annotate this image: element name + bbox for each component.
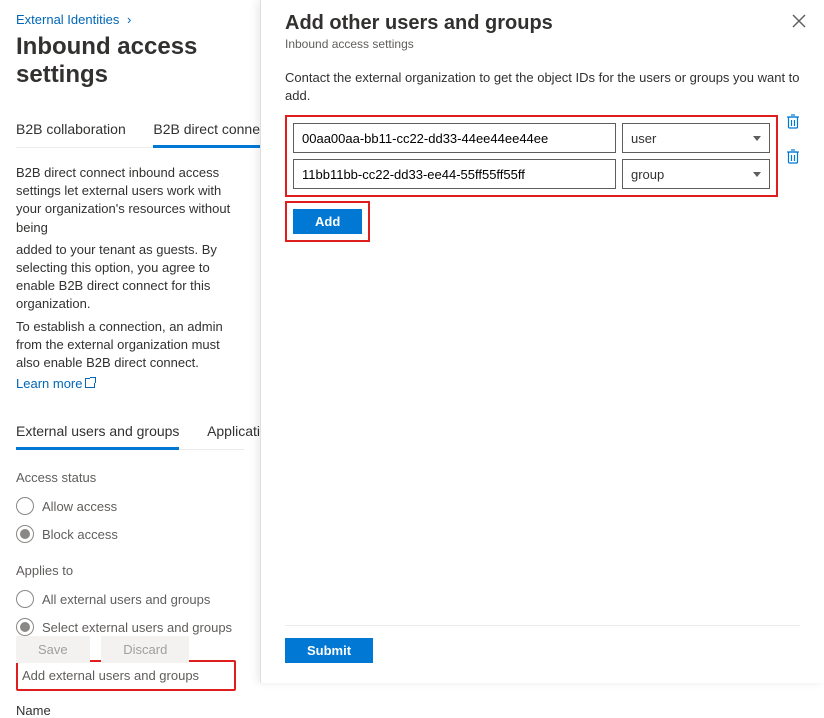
panel-subtitle: Inbound access settings — [285, 37, 800, 51]
breadcrumb: External Identities › — [16, 12, 244, 27]
object-id-input-1[interactable] — [293, 159, 616, 189]
access-status-label: Access status — [16, 470, 244, 485]
chevron-down-icon — [753, 172, 761, 177]
add-external-users-link[interactable]: Add external users and groups — [22, 668, 199, 683]
add-users-panel: Add other users and groups Inbound acces… — [260, 0, 824, 683]
type-select-0[interactable]: user — [622, 123, 770, 153]
chevron-right-icon: › — [127, 12, 131, 27]
radio-allow-access[interactable]: Allow access — [16, 497, 244, 515]
save-button[interactable]: Save — [16, 636, 90, 663]
external-link-icon — [85, 378, 95, 388]
description-text: To establish a connection, an admin from… — [16, 318, 244, 373]
type-select-1[interactable]: group — [622, 159, 770, 189]
description-text: added to your tenant as guests. By selec… — [16, 241, 244, 314]
object-id-input-0[interactable] — [293, 123, 616, 153]
submit-button[interactable]: Submit — [285, 638, 373, 663]
tab-b2b-collaboration[interactable]: B2B collaboration — [16, 113, 126, 145]
learn-more-link[interactable]: Learn more — [16, 376, 95, 391]
radio-all-external[interactable]: All external users and groups — [16, 590, 244, 608]
panel-title: Add other users and groups — [285, 12, 800, 35]
chevron-down-icon — [753, 136, 761, 141]
panel-description: Contact the external organization to get… — [285, 69, 800, 105]
delete-icon[interactable] — [786, 148, 800, 167]
page-title: Inbound access settings — [16, 33, 244, 89]
description-text: B2B direct connect inbound access settin… — [16, 164, 244, 237]
applies-to-label: Applies to — [16, 563, 244, 578]
main-tabs: B2B collaboration B2B direct connect — [16, 113, 244, 148]
radio-select-external[interactable]: Select external users and groups — [16, 618, 244, 636]
column-header-name: Name — [16, 703, 244, 718]
add-button[interactable]: Add — [293, 209, 362, 234]
close-icon[interactable] — [792, 14, 806, 31]
delete-icon[interactable] — [786, 113, 800, 132]
tab-b2b-direct-connect[interactable]: B2B direct connect — [153, 113, 271, 148]
discard-button[interactable]: Discard — [101, 636, 189, 663]
sub-tabs: External users and groups Applications — [16, 415, 244, 450]
breadcrumb-link[interactable]: External Identities — [16, 12, 119, 27]
radio-block-access[interactable]: Block access — [16, 525, 244, 543]
footer-left: Save Discard — [16, 636, 197, 663]
subtab-external-users[interactable]: External users and groups — [16, 415, 179, 450]
